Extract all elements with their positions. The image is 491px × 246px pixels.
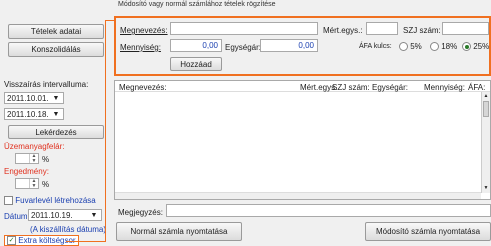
quantity-input[interactable]: 0,00	[170, 39, 222, 52]
vat-option-label: 18%	[441, 42, 458, 51]
fuel-surcharge-label: Üzemanyagfelár:	[4, 142, 65, 151]
highlight-connector	[66, 241, 106, 242]
page-title: Módosító vagy normál számlához tételek r…	[118, 1, 276, 8]
vat-option-5[interactable]: 5%	[399, 42, 422, 52]
szj-input[interactable]	[442, 22, 489, 35]
chevron-down-icon: ▼	[52, 94, 60, 102]
vat-label: ÁFA kulcs:	[359, 43, 392, 50]
normal-invoice-print-button[interactable]: Normál számla nyomtatása	[116, 222, 242, 241]
radio-icon[interactable]	[430, 42, 439, 52]
consolidate-button[interactable]: Konszolidálás	[8, 42, 104, 57]
quantity-label: Mennyiség:	[120, 43, 161, 52]
query-button[interactable]: Lekérdezés	[8, 125, 104, 139]
unit-price-input[interactable]: 0,00	[260, 39, 318, 52]
note-label: Megjegyzés:	[118, 208, 163, 217]
column-header-szj[interactable]: SZJ szám:	[332, 83, 370, 92]
checkbox-icon[interactable]	[4, 196, 13, 206]
percent-unit: %	[42, 155, 50, 164]
column-header-vat[interactable]: ÁFA:	[468, 83, 485, 92]
note-input[interactable]	[166, 204, 491, 217]
percent-unit: %	[42, 180, 50, 189]
chevron-down-icon: ▼	[52, 110, 60, 118]
highlight-connector	[105, 20, 106, 242]
carrier-checkbox[interactable]: Fuvarlevél létrehozása	[4, 196, 96, 206]
date-label: Dátum:	[4, 212, 30, 221]
date-from-value: 2011.10.01.	[7, 93, 49, 103]
delivery-date-note: (A kiszállítás dátuma)	[30, 225, 107, 234]
modified-invoice-print-button[interactable]: Módosító számla nyomtatása	[365, 222, 491, 241]
vertical-scrollbar[interactable]: ▲ ▼	[481, 92, 490, 193]
radio-selected-icon[interactable]	[462, 42, 471, 52]
date-to-value: 2011.10.18.	[7, 109, 49, 119]
chevron-down-icon: ▼	[90, 211, 98, 219]
items-table	[114, 80, 491, 200]
vat-option-label: 25%	[473, 42, 490, 51]
column-header-name[interactable]: Megnevezés:	[119, 83, 167, 92]
delivery-date-select[interactable]: 2011.10.19. ▼	[28, 209, 102, 221]
radio-icon[interactable]	[399, 42, 408, 52]
vat-option-25[interactable]: 25%	[462, 42, 490, 52]
scroll-down-icon[interactable]: ▼	[482, 184, 490, 193]
date-from-select[interactable]: 2011.10.01. ▼	[4, 92, 64, 104]
szj-label: SZJ szám:	[403, 26, 441, 35]
unit-price-label: Egységár:	[225, 43, 262, 52]
carrier-checkbox-label: Fuvarlevél létrehozása	[15, 196, 96, 205]
name-input[interactable]	[170, 22, 318, 35]
horizontal-scrollbar[interactable]	[115, 192, 481, 199]
scroll-thumb[interactable]	[483, 101, 489, 117]
unit-label: Mért.egys.:	[323, 26, 363, 35]
column-header-unit-price[interactable]: Egységár:	[372, 83, 408, 92]
stepper-arrows-icon[interactable]: ▲ ▼	[29, 153, 38, 163]
vat-option-18[interactable]: 18%	[430, 42, 458, 52]
add-button[interactable]: Hozzáad	[170, 57, 222, 71]
name-label: Megnevezés:	[120, 26, 168, 35]
date-to-select[interactable]: 2011.10.18. ▼	[4, 108, 64, 120]
stepper-arrows-icon[interactable]: ▲ ▼	[29, 178, 38, 188]
items-data-button[interactable]: Tételek adatai	[8, 24, 104, 39]
discount-label: Engedmény:	[4, 167, 49, 176]
vat-option-label: 5%	[410, 42, 422, 51]
fuel-surcharge-stepper[interactable]: ▲ ▼	[15, 153, 39, 164]
interval-label: Visszaírás intervalluma:	[4, 80, 89, 89]
scroll-up-icon[interactable]: ▲	[482, 92, 490, 101]
delivery-date-value: 2011.10.19.	[31, 210, 73, 220]
checkmark-icon[interactable]: ✓	[7, 236, 16, 246]
discount-stepper[interactable]: ▲ ▼	[15, 178, 39, 189]
unit-input[interactable]	[366, 22, 398, 35]
column-header-quantity[interactable]: Mennyiség:	[424, 83, 465, 92]
